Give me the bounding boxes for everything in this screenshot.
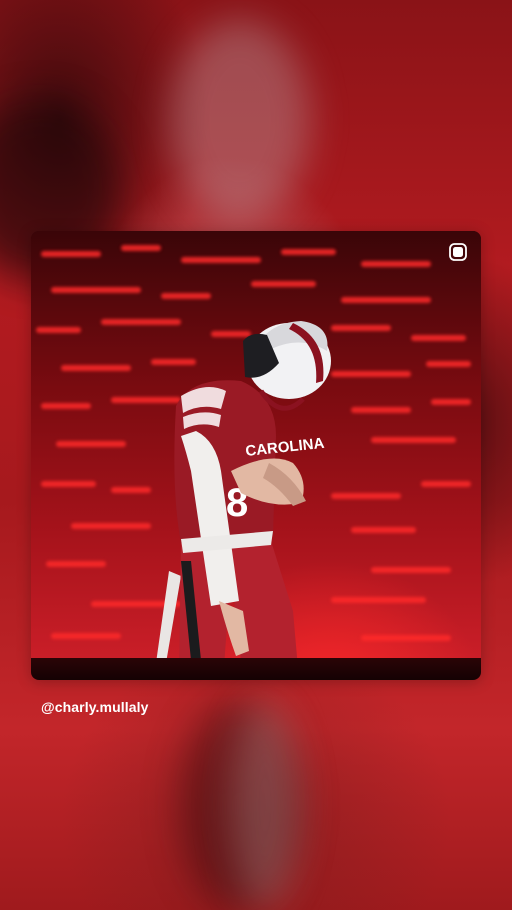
story-screen: CAROLINA 8 @charly.mullaly: [0, 0, 512, 910]
stage-floor: [31, 658, 481, 680]
attribution-handle[interactable]: @charly.mullaly: [41, 699, 149, 715]
instagram-post-icon[interactable]: [449, 243, 467, 261]
background-blur-light: [170, 20, 310, 220]
background-blur-light-bottom: [230, 700, 300, 910]
shared-post-card[interactable]: CAROLINA 8: [31, 231, 481, 680]
football-player-figure: CAROLINA 8: [156, 321, 331, 680]
